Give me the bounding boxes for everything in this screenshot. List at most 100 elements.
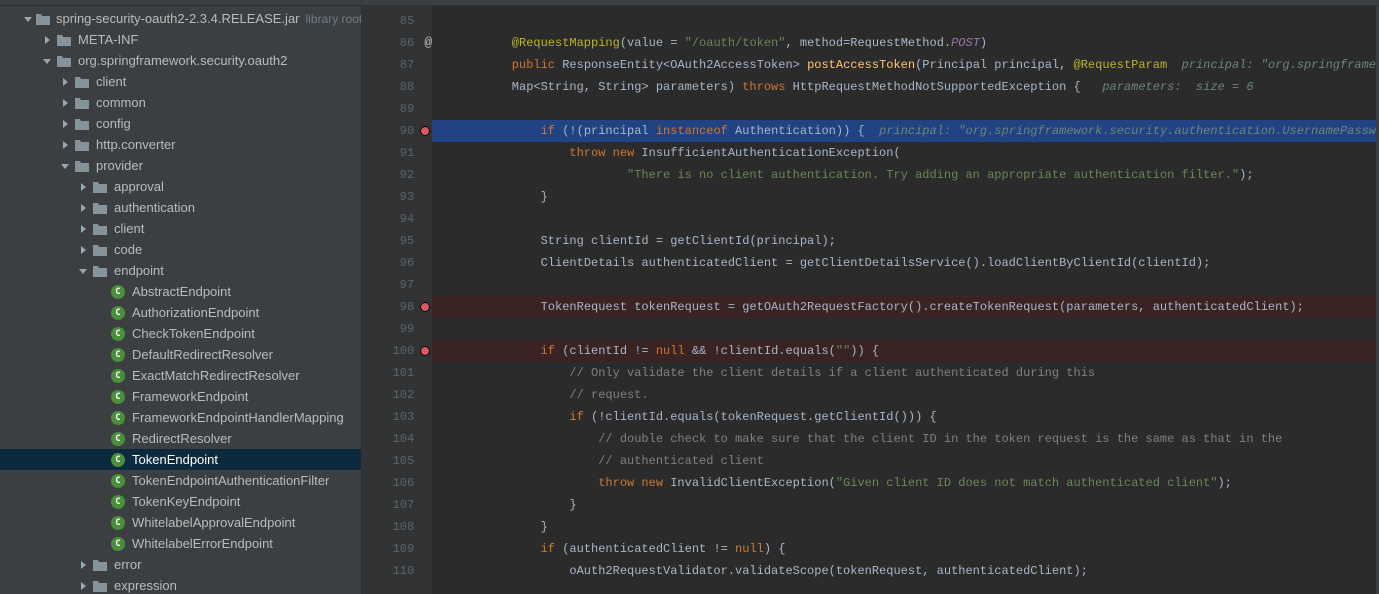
breakpoint-icon[interactable] <box>420 346 430 356</box>
tree-folder-error[interactable]: error <box>0 554 361 575</box>
tree-class-FrameworkEndpointHandlerMapping[interactable]: CFrameworkEndpointHandlerMapping <box>0 407 361 428</box>
code-line[interactable] <box>432 274 1376 296</box>
twisty-icon[interactable] <box>42 35 52 45</box>
tree-class-FrameworkEndpoint[interactable]: CFrameworkEndpoint <box>0 386 361 407</box>
gutter-line[interactable]: 102 <box>362 384 432 406</box>
code-line[interactable]: String clientId = getClientId(principal)… <box>432 230 1376 252</box>
tree-folder-http.converter[interactable]: http.converter <box>0 134 361 155</box>
project-tree[interactable]: spring-security-oauth2-2.3.4.RELEASE.jar… <box>0 6 361 594</box>
code-line[interactable]: throw new InvalidClientException("Given … <box>432 472 1376 494</box>
gutter-line[interactable]: 91 <box>362 142 432 164</box>
code-line[interactable] <box>432 208 1376 230</box>
gutter-line[interactable]: 96 <box>362 252 432 274</box>
code-line[interactable]: // double check to make sure that the cl… <box>432 428 1376 450</box>
twisty-icon[interactable] <box>42 56 52 66</box>
twisty-icon[interactable] <box>60 161 70 171</box>
twisty-icon[interactable] <box>24 14 32 24</box>
tree-folder-META-INF[interactable]: META-INF <box>0 29 361 50</box>
code-line[interactable]: // Only validate the client details if a… <box>432 362 1376 384</box>
code-area[interactable]: @RequestMapping(value = "/oauth/token", … <box>432 6 1376 594</box>
tree-class-AuthorizationEndpoint[interactable]: CAuthorizationEndpoint <box>0 302 361 323</box>
tree-folder-code[interactable]: code <box>0 239 361 260</box>
code-line[interactable]: } <box>432 186 1376 208</box>
code-line[interactable]: if (!clientId.equals(tokenRequest.getCli… <box>432 406 1376 428</box>
code-line[interactable]: oAuth2RequestValidator.validateScope(tok… <box>432 560 1376 582</box>
tree-class-WhitelabelErrorEndpoint[interactable]: CWhitelabelErrorEndpoint <box>0 533 361 554</box>
twisty-icon[interactable] <box>78 224 88 234</box>
project-tool-window[interactable]: spring-security-oauth2-2.3.4.RELEASE.jar… <box>0 0 362 594</box>
code-line[interactable]: "There is no client authentication. Try … <box>432 164 1376 186</box>
tree-class-CheckTokenEndpoint[interactable]: CCheckTokenEndpoint <box>0 323 361 344</box>
gutter-line[interactable]: 89 <box>362 98 432 120</box>
twisty-icon[interactable] <box>78 266 88 276</box>
tree-class-DefaultRedirectResolver[interactable]: CDefaultRedirectResolver <box>0 344 361 365</box>
twisty-icon[interactable] <box>60 98 70 108</box>
gutter-line[interactable]: 90 <box>362 120 432 142</box>
code-line[interactable]: if (!(principal instanceof Authenticatio… <box>432 120 1376 142</box>
twisty-icon[interactable] <box>60 140 70 150</box>
twisty-icon[interactable] <box>78 581 88 591</box>
code-line[interactable]: // authenticated client <box>432 450 1376 472</box>
gutter-line[interactable]: 87 <box>362 54 432 76</box>
twisty-icon[interactable] <box>78 203 88 213</box>
gutter-line[interactable]: 105 <box>362 450 432 472</box>
code-line[interactable] <box>432 10 1376 32</box>
breakpoint-icon[interactable] <box>420 126 430 136</box>
tree-folder-authentication[interactable]: authentication <box>0 197 361 218</box>
tree-class-TokenKeyEndpoint[interactable]: CTokenKeyEndpoint <box>0 491 361 512</box>
twisty-icon[interactable] <box>78 182 88 192</box>
gutter-line[interactable]: 88 <box>362 76 432 98</box>
tree-class-AbstractEndpoint[interactable]: CAbstractEndpoint <box>0 281 361 302</box>
gutter-line[interactable]: 100 <box>362 340 432 362</box>
tree-folder-config[interactable]: config <box>0 113 361 134</box>
tree-folder-common[interactable]: common <box>0 92 361 113</box>
tree-class-WhitelabelApprovalEndpoint[interactable]: CWhitelabelApprovalEndpoint <box>0 512 361 533</box>
gutter-line[interactable]: 86@ <box>362 32 432 54</box>
gutter-line[interactable]: 101 <box>362 362 432 384</box>
code-line[interactable]: Map<String, String> parameters) throws H… <box>432 76 1376 98</box>
twisty-icon[interactable] <box>78 560 88 570</box>
gutter-line[interactable]: 109 <box>362 538 432 560</box>
gutter-line[interactable]: 107 <box>362 494 432 516</box>
code-line[interactable]: throw new InsufficientAuthenticationExce… <box>432 142 1376 164</box>
tree-folder-provider[interactable]: provider <box>0 155 361 176</box>
gutter-line[interactable]: 106 <box>362 472 432 494</box>
code-line[interactable] <box>432 318 1376 340</box>
code-line[interactable]: } <box>432 494 1376 516</box>
twisty-icon[interactable] <box>78 245 88 255</box>
tree-folder-org.springframework.security.oauth2[interactable]: org.springframework.security.oauth2 <box>0 50 361 71</box>
tree-folder-client[interactable]: client <box>0 71 361 92</box>
gutter-line[interactable]: 95 <box>362 230 432 252</box>
tree-folder-spring-security-oauth2-2.3.4.RELEASE.jar[interactable]: spring-security-oauth2-2.3.4.RELEASE.jar… <box>0 8 361 29</box>
code-line[interactable]: // request. <box>432 384 1376 406</box>
gutter-line[interactable]: 104 <box>362 428 432 450</box>
gutter-line[interactable]: 93 <box>362 186 432 208</box>
gutter-line[interactable]: 110 <box>362 560 432 582</box>
code-line[interactable]: @RequestMapping(value = "/oauth/token", … <box>432 32 1376 54</box>
gutter-line[interactable]: 85 <box>362 10 432 32</box>
tree-class-TokenEndpoint[interactable]: CTokenEndpoint <box>0 449 361 470</box>
code-line[interactable] <box>432 98 1376 120</box>
twisty-icon[interactable] <box>60 77 70 87</box>
code-line[interactable]: TokenRequest tokenRequest = getOAuth2Req… <box>432 296 1376 318</box>
twisty-icon[interactable] <box>60 119 70 129</box>
gutter-line[interactable]: 103 <box>362 406 432 428</box>
tree-class-RedirectResolver[interactable]: CRedirectResolver <box>0 428 361 449</box>
gutter[interactable]: 8586@87888990919293949596979899100101102… <box>362 6 432 594</box>
gutter-line[interactable]: 108 <box>362 516 432 538</box>
code-line[interactable]: ClientDetails authenticatedClient = getC… <box>432 252 1376 274</box>
code-line[interactable]: public ResponseEntity<OAuth2AccessToken>… <box>432 54 1376 76</box>
gutter-line[interactable]: 97 <box>362 274 432 296</box>
gutter-line[interactable]: 94 <box>362 208 432 230</box>
tree-class-TokenEndpointAuthenticationFilter[interactable]: CTokenEndpointAuthenticationFilter <box>0 470 361 491</box>
code-line[interactable]: if (authenticatedClient != null) { <box>432 538 1376 560</box>
gutter-line[interactable]: 98 <box>362 296 432 318</box>
code-editor[interactable]: 8586@87888990919293949596979899100101102… <box>362 6 1379 594</box>
gutter-line[interactable]: 92 <box>362 164 432 186</box>
gutter-line[interactable]: 99 <box>362 318 432 340</box>
code-line[interactable]: if (clientId != null && !clientId.equals… <box>432 340 1376 362</box>
tree-folder-approval[interactable]: approval <box>0 176 361 197</box>
tree-folder-expression[interactable]: expression <box>0 575 361 594</box>
code-line[interactable]: } <box>432 516 1376 538</box>
tree-folder-client[interactable]: client <box>0 218 361 239</box>
